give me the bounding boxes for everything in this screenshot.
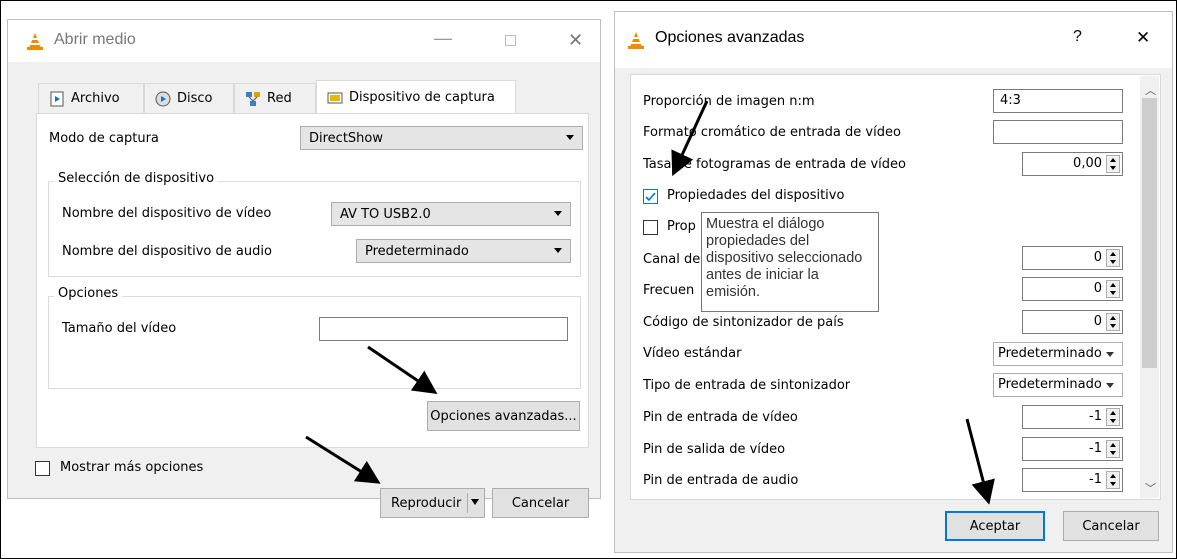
arrow-to-advanced-button — [367, 345, 438, 395]
arrow-to-play-button — [305, 435, 381, 484]
annotation-arrows — [305, 100, 995, 505]
arrow-to-accept-button — [965, 418, 995, 505]
arrow-to-device-properties — [671, 100, 709, 177]
